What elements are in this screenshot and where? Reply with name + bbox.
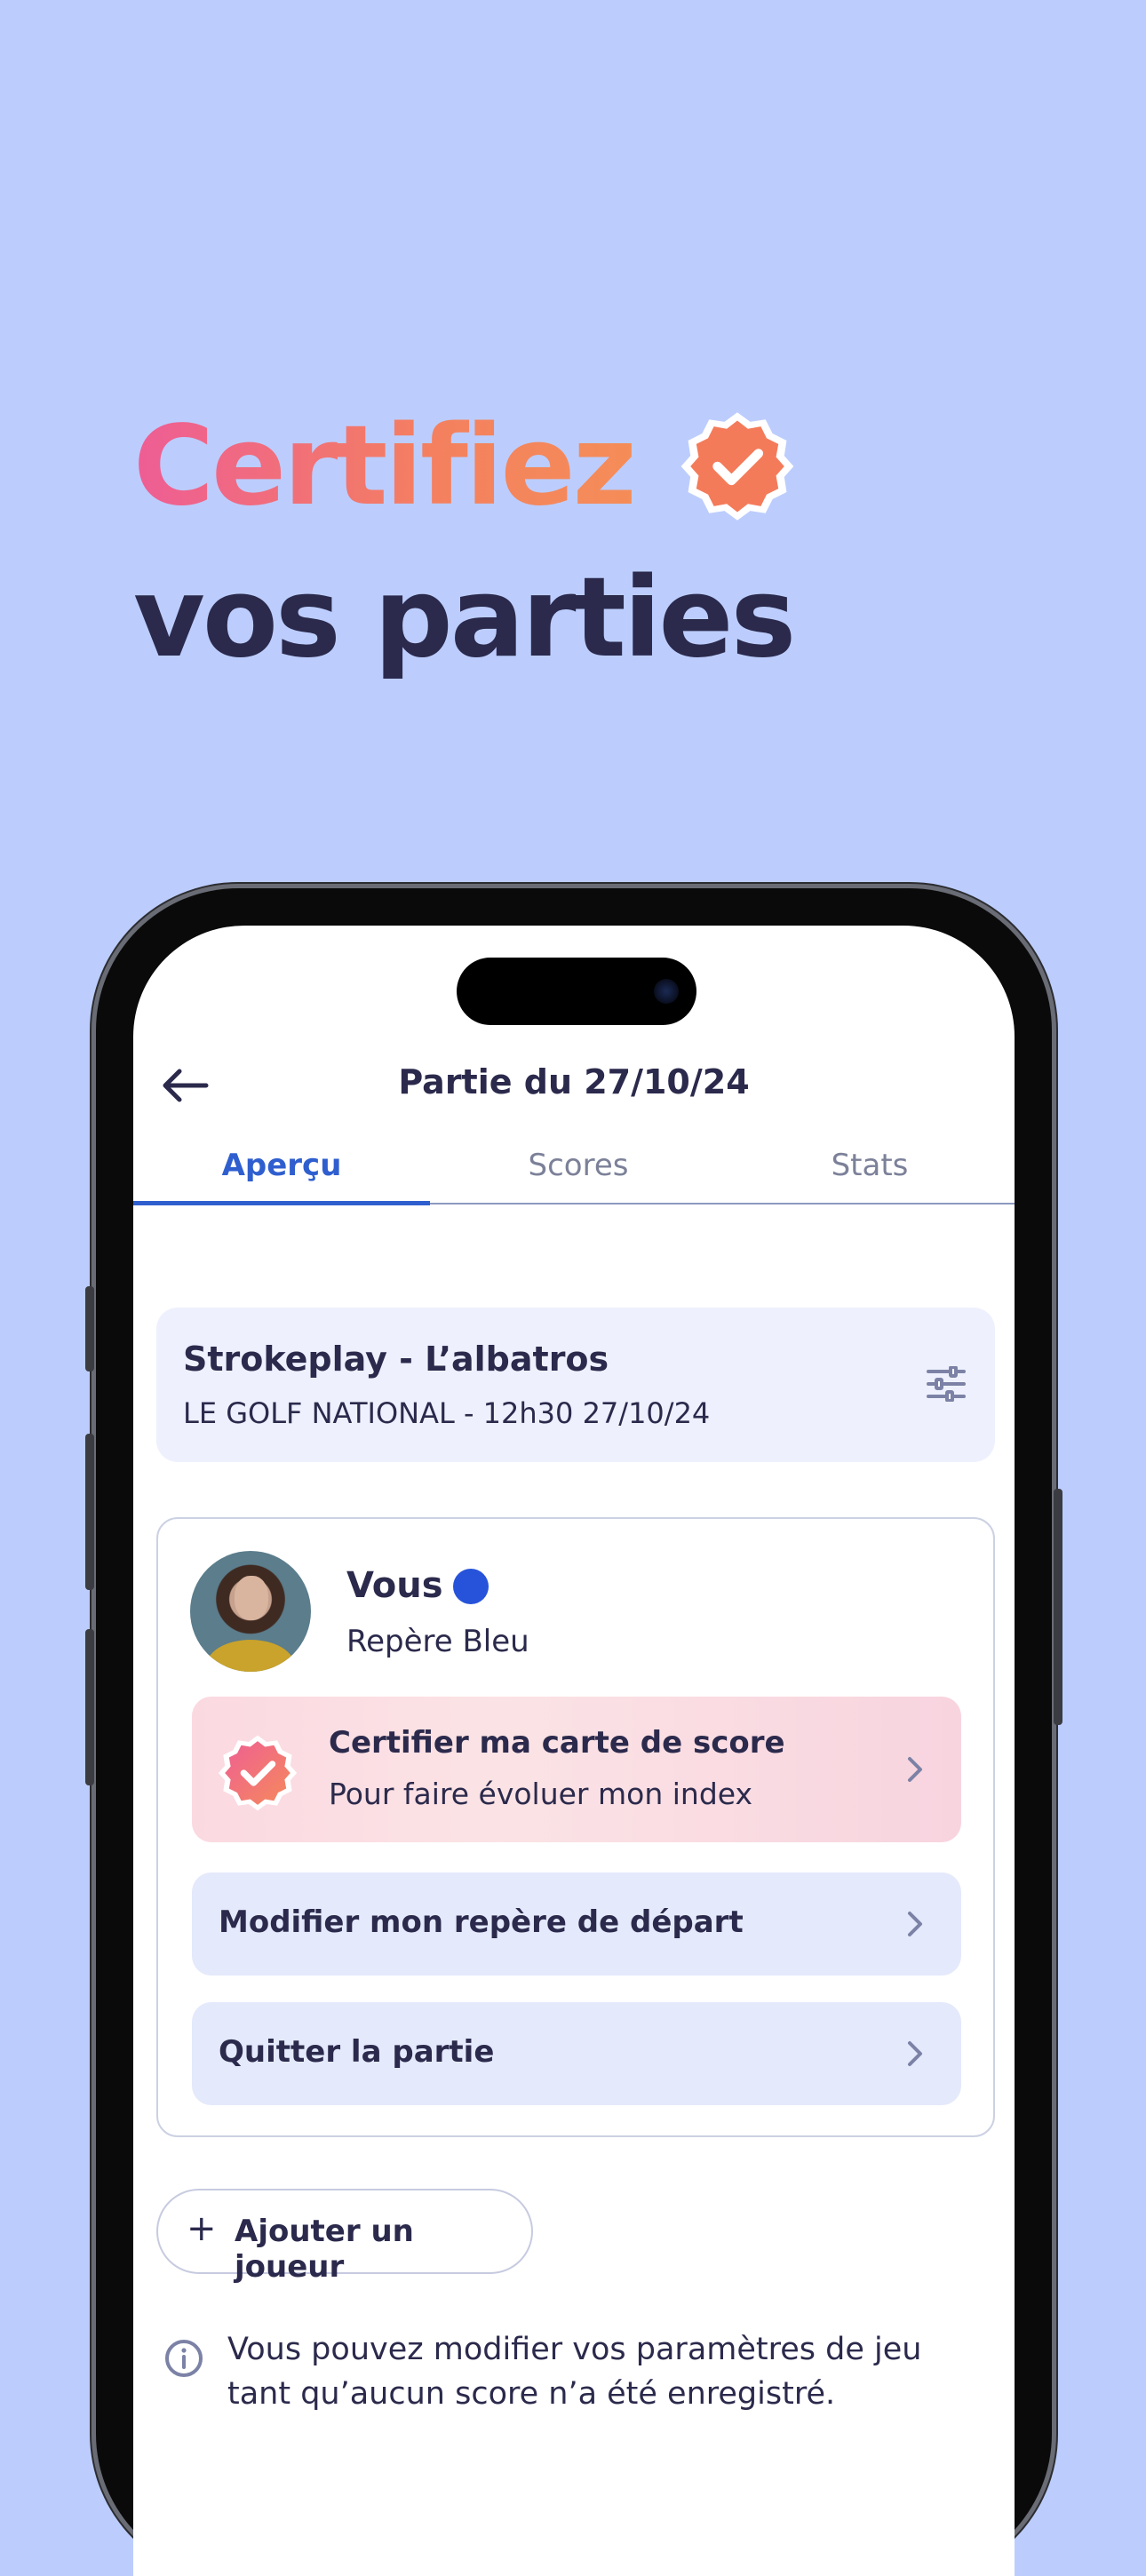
leave-game-label: Quitter la partie [219,2034,495,2070]
verified-badge-icon [218,1735,298,1811]
plus-icon: + [187,2208,217,2249]
add-player-label: Ajouter un joueur [235,2214,414,2285]
verified-badge-icon [680,412,794,521]
avatar-shirt [206,1640,295,1672]
dynamic-island [457,958,696,1025]
chevron-right-icon [908,2041,922,2066]
top-bar: Partie du 27/10/24 [133,1041,1015,1130]
player-card: Vous Repère Bleu Certifier ma carte de s… [156,1517,995,2137]
phone-volume-up [85,1434,94,1590]
active-tab-indicator [133,1201,430,1205]
app-screen: Partie du 27/10/24 Aperçu Scores Stats S… [133,926,1015,2576]
avatar-face [235,1576,268,1620]
tee-color-dot [453,1569,489,1604]
tab-stats[interactable]: Stats [721,1148,1015,1183]
sliders-icon[interactable] [926,1366,967,1402]
info-icon [165,2340,203,2377]
tab-scores[interactable]: Scores [430,1148,727,1183]
phone-side-button [85,1286,94,1371]
leave-game-button[interactable]: Quitter la partie [192,2002,961,2105]
chevron-right-icon [908,1757,922,1782]
game-subtitle: LE GOLF NATIONAL - 12h30 27/10/24 [183,1396,711,1430]
headline: Certifiez vos parties [133,391,796,682]
camera [654,979,679,1004]
game-title: Strokeplay - L’albatros [183,1340,609,1379]
add-player-button[interactable]: + Ajouter un joueur [156,2189,533,2285]
phone-power-button [1054,1489,1062,1725]
headline-line1: Certifiez [133,391,796,542]
tab-apercu[interactable]: Aperçu [133,1148,430,1183]
certify-subtitle: Pour faire évoluer mon index [329,1777,753,1811]
change-tee-button[interactable]: Modifier mon repère de départ [192,1872,961,1976]
avatar [190,1551,311,1672]
headline-line2: vos parties [133,554,796,682]
player-tee: Repère Bleu [346,1624,529,1659]
page-title: Partie du 27/10/24 [398,1062,750,1101]
phone-volume-down [85,1629,94,1785]
tab-bar: Aperçu Scores Stats [133,1139,1015,1205]
certify-title: Certifier ma carte de score [329,1725,785,1761]
phone-frame: Partie du 27/10/24 Aperçu Scores Stats S… [85,888,1062,2576]
player-name: Vous [346,1565,443,1606]
game-info-card: Strokeplay - L’albatros LE GOLF NATIONAL… [156,1308,995,1462]
change-tee-label: Modifier mon repère de départ [219,1904,744,1940]
info-text: Vous pouvez modifier vos paramètres de j… [227,2332,922,2412]
chevron-right-icon [908,1912,922,1936]
headline-certifiez: Certifiez [133,402,637,530]
certify-scorecard-button[interactable]: Certifier ma carte de score Pour faire é… [192,1697,961,1842]
